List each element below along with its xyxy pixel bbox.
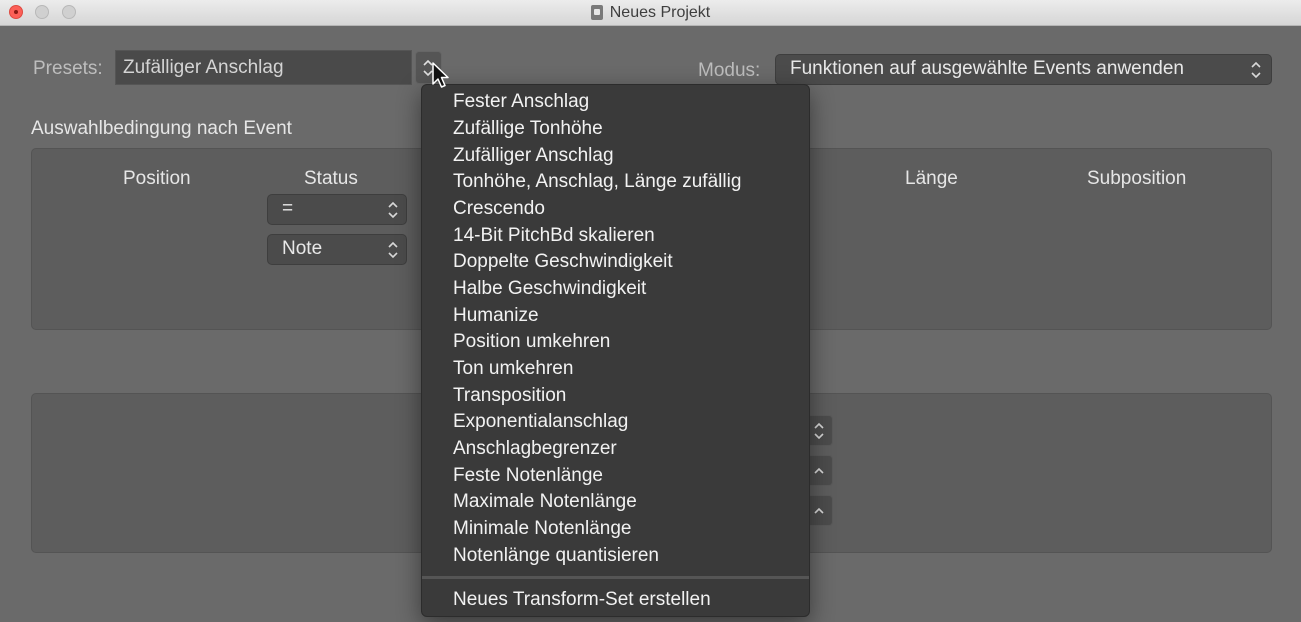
column-header-laenge: Länge [905,168,958,189]
menu-item[interactable]: Maximale Notenlänge [453,491,637,513]
modus-select-value: Funktionen auf ausgewählte Events anwend… [790,58,1184,79]
menu-item[interactable]: 14-Bit PitchBd skalieren [453,225,655,247]
status-value-select[interactable]: Note [267,234,407,265]
column-header-subposition: Subposition [1087,168,1187,189]
status-operator-select[interactable]: = [267,194,407,225]
menu-item[interactable]: Crescendo [453,198,545,220]
window-title-wrap: Neues Projekt [0,0,1301,25]
status-value-text: Note [282,238,323,259]
chevron-updown-icon [387,239,399,261]
chevron-updown-icon [813,420,825,442]
menu-item[interactable]: Transposition [453,385,566,407]
menu-item[interactable]: Zufälliger Anschlag [453,145,614,167]
chevron-updown-icon [387,199,399,221]
menu-item[interactable]: Position umkehren [453,331,610,353]
modus-label: Modus: [698,60,761,81]
title-bar: Neues Projekt [0,0,1301,26]
menu-item[interactable]: Humanize [453,305,539,327]
menu-item[interactable]: Anschlagbegrenzer [453,438,617,460]
modus-select[interactable]: Funktionen auf ausgewählte Events anwend… [775,54,1272,85]
menu-item-new-transform-set[interactable]: Neues Transform-Set erstellen [453,589,711,611]
menu-item[interactable]: Tonhöhe, Anschlag, Länge zufällig [453,171,741,193]
menu-item[interactable]: Zufällige Tonhöhe [453,118,603,140]
chevron-up-icon [813,460,825,482]
menu-item[interactable]: Feste Notenlänge [453,465,603,487]
selection-heading: Auswahlbedingung nach Event [31,118,292,139]
column-header-status: Status [304,168,358,189]
menu-item[interactable]: Ton umkehren [453,358,573,380]
menu-item[interactable]: Doppelte Geschwindigkeit [453,251,673,273]
menu-item[interactable]: Fester Anschlag [453,91,589,113]
window-title: Neues Projekt [609,3,711,21]
status-operator-value: = [282,198,294,219]
presets-dropdown-menu: Fester Anschlag Zufällige Tonhöhe Zufäll… [421,84,810,617]
menu-item[interactable]: Minimale Notenlänge [453,518,632,540]
chevron-up-icon [813,500,825,522]
column-header-position: Position [123,168,191,189]
presets-label: Presets: [33,58,103,79]
menu-item[interactable]: Notenlänge quantisieren [453,545,659,567]
menu-item[interactable]: Exponentialanschlag [453,411,628,433]
mouse-pointer-icon [432,62,450,95]
menu-item[interactable]: Halbe Geschwindigkeit [453,278,646,300]
presets-field[interactable]: Zufälliger Anschlag [115,50,412,85]
document-icon [590,5,603,20]
chevron-updown-icon [1250,59,1262,81]
menu-separator [422,576,809,579]
